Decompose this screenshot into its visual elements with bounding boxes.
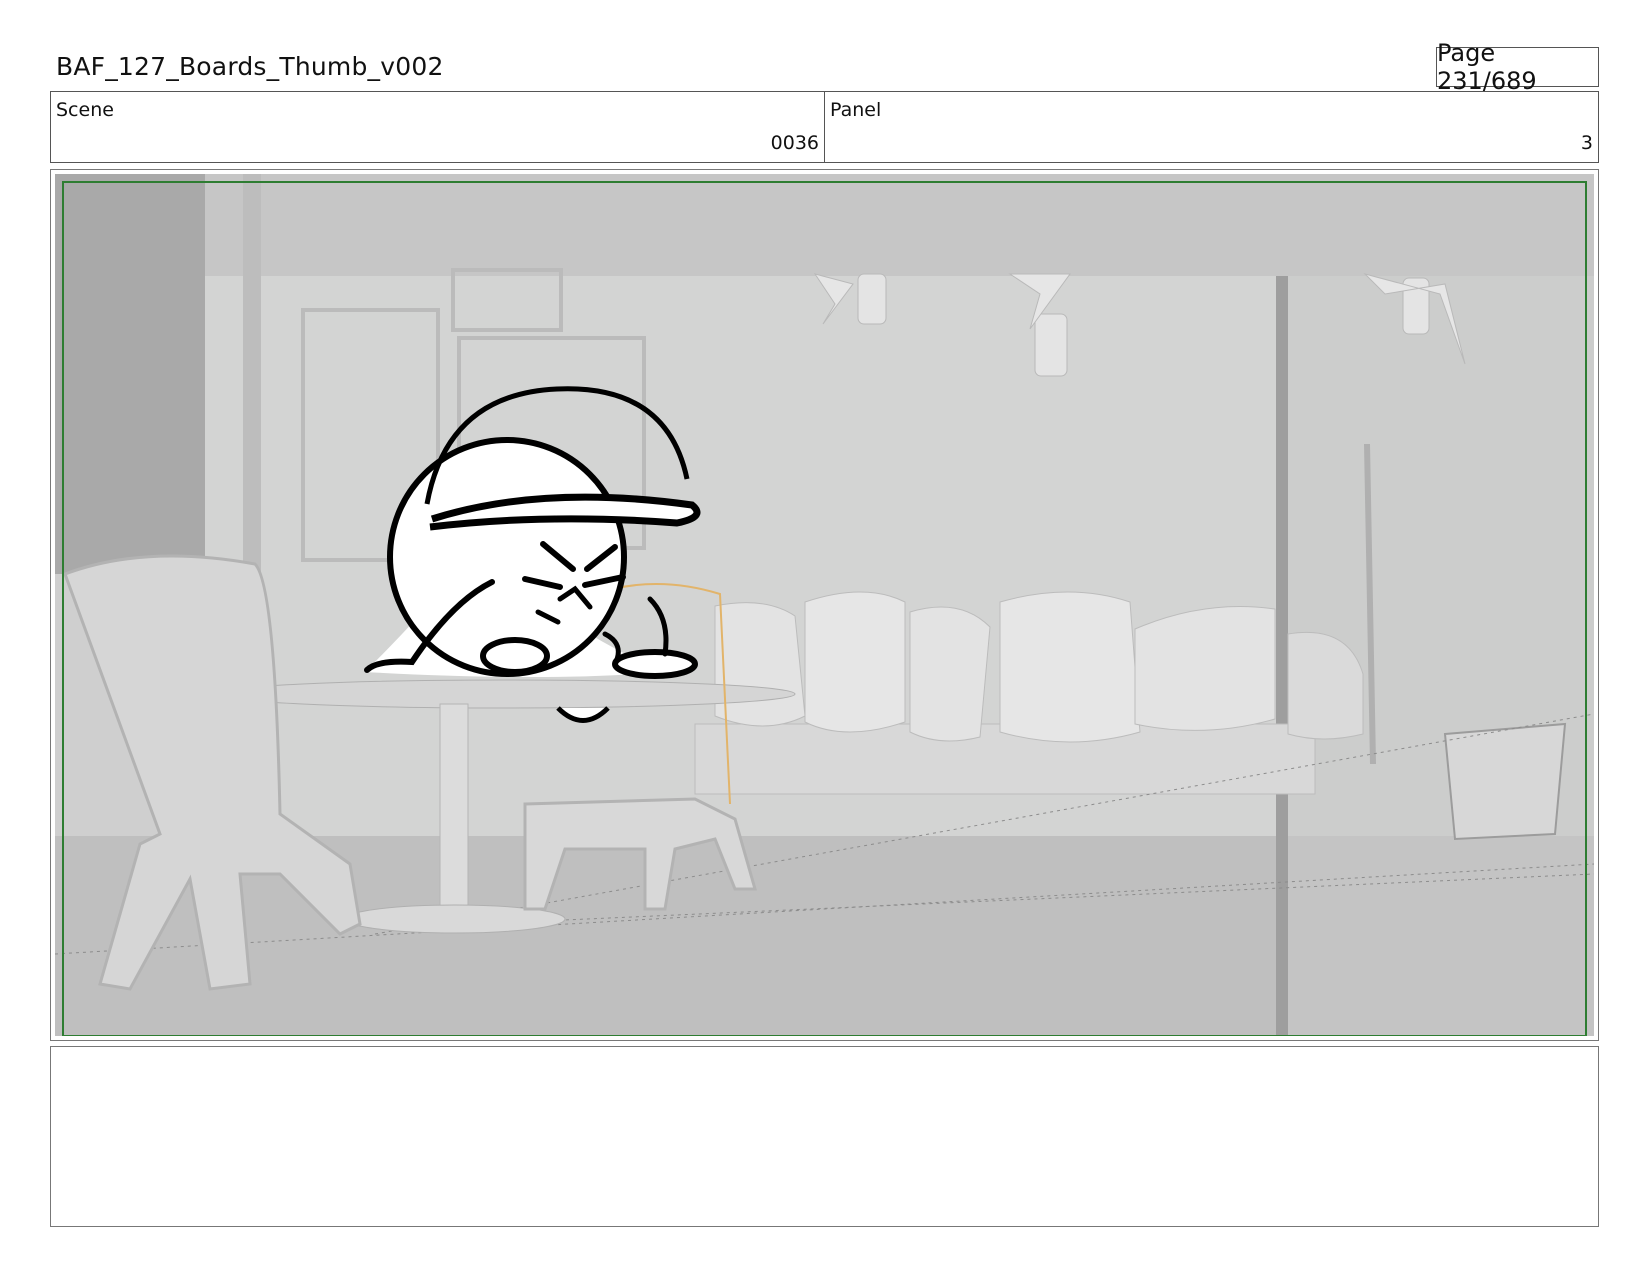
scene-cell: Scene 0036 [51, 92, 824, 162]
cushion-3 [909, 606, 991, 742]
cushion-4 [999, 591, 1141, 743]
notes-box [50, 1046, 1599, 1227]
info-table: Scene 0036 Panel 3 [50, 91, 1599, 163]
panel-frame [50, 169, 1599, 1041]
table-pole [439, 703, 469, 915]
ceiling [55, 174, 1594, 276]
pendant-2 [1034, 313, 1068, 377]
character-hand-right [612, 649, 698, 679]
character-hand-left [480, 637, 550, 675]
vertical-post [1276, 276, 1288, 1036]
table-top [214, 679, 796, 709]
page-indicator: Page 231/689 [1436, 39, 1599, 95]
scene-value: 0036 [770, 132, 819, 154]
panel-image [55, 174, 1594, 1036]
cushion-1 [714, 602, 806, 727]
sofa-base [694, 723, 1316, 795]
cushion-2 [804, 591, 906, 733]
panel-value: 3 [1580, 132, 1593, 154]
panel-cell: Panel 3 [824, 92, 1598, 162]
left-column [55, 174, 205, 574]
scene-label: Scene [56, 99, 114, 121]
panel-label: Panel [830, 99, 882, 121]
laundry-basket [1443, 722, 1567, 841]
document-title: BAF_127_Boards_Thumb_v002 [56, 52, 444, 81]
storyboard-drawing [55, 174, 1594, 1036]
pendant-1 [857, 273, 887, 325]
cushion-5 [1134, 606, 1276, 731]
